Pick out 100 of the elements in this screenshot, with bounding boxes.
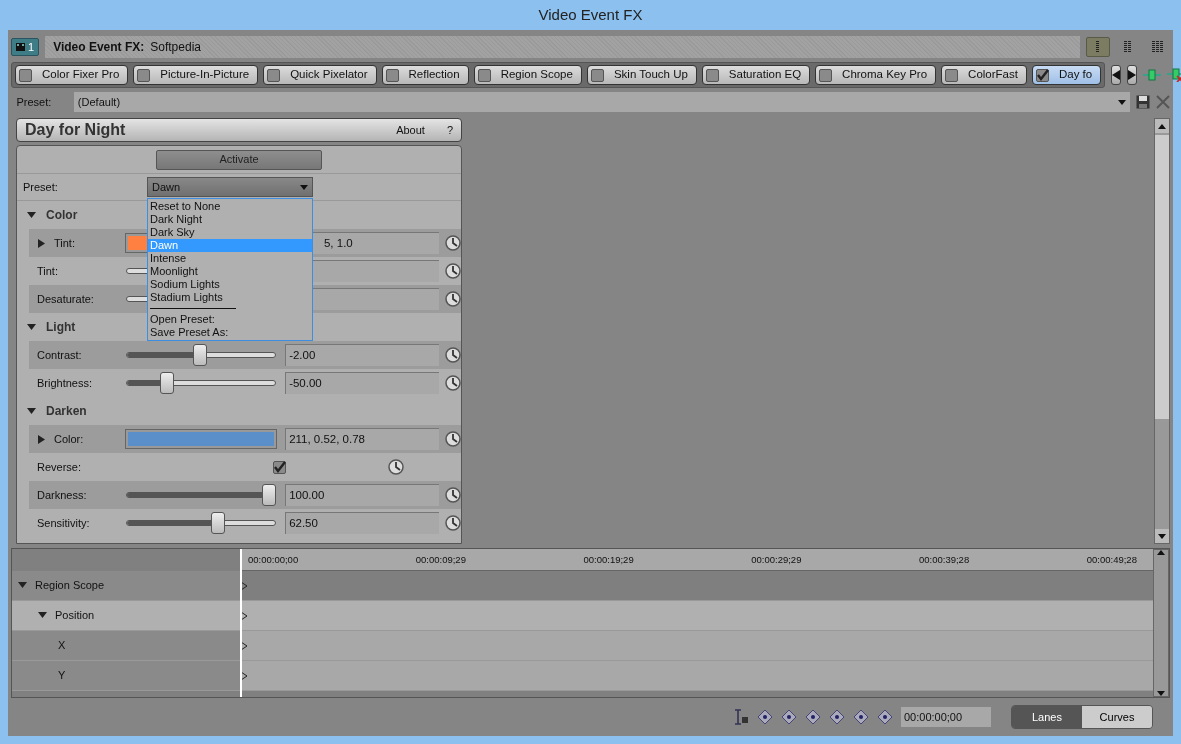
scroll-up-button[interactable] [1155, 119, 1169, 133]
columns-icon [1124, 41, 1132, 53]
view-layout-button[interactable] [1086, 37, 1110, 57]
keyframe-clock-icon[interactable] [445, 235, 461, 251]
header-label: Video Event FX: [53, 39, 145, 56]
scroll-right-button[interactable] [1127, 65, 1138, 85]
menu-item[interactable]: Open Preset: [148, 313, 312, 326]
keyframe-nav-icon[interactable] [829, 709, 845, 725]
bypass-checkbox[interactable] [819, 68, 833, 82]
collapse-arrow-icon[interactable] [27, 322, 36, 332]
bypass-checkbox[interactable] [385, 68, 399, 82]
param-label: Desaturate: [37, 291, 94, 307]
value-field[interactable]: -50.00 [285, 372, 439, 394]
collapse-arrow-icon[interactable] [18, 581, 27, 590]
keyframe-nav-icon[interactable] [877, 709, 893, 725]
keyframe-nav-icon[interactable] [805, 709, 821, 725]
chain-node-icon[interactable] [1143, 69, 1162, 81]
menu-item[interactable]: Reset to None [148, 200, 312, 213]
plugin-tab[interactable]: Reflection [381, 65, 469, 85]
scroll-left-button[interactable] [1111, 65, 1122, 85]
expand-arrow-icon[interactable] [37, 434, 46, 444]
track-label: Region Scope [35, 578, 105, 594]
down-arrow-icon [1158, 533, 1166, 539]
plugin-tab[interactable]: Chroma Key Pro [815, 65, 937, 85]
ruler-timecode: 00:00:49;28 [1086, 553, 1137, 567]
slider[interactable] [126, 483, 277, 507]
keyframe-clock-icon[interactable] [388, 459, 404, 475]
menu-item[interactable]: Moonlight [148, 265, 312, 278]
value-field[interactable]: 100.00 [285, 484, 439, 506]
expand-arrow-icon[interactable] [37, 238, 46, 248]
bypass-checkbox[interactable] [19, 68, 32, 82]
activate-button[interactable]: Activate [156, 149, 322, 170]
plugin-tab[interactable]: Region Scope [473, 65, 582, 85]
slider[interactable] [126, 343, 277, 367]
value-field[interactable]: 211, 0.52, 0.78 [285, 428, 439, 450]
reverse-checkbox[interactable] [273, 460, 286, 474]
up-arrow-icon[interactable] [1157, 550, 1165, 555]
dropdown-arrow-icon [300, 184, 308, 190]
ruler-timecode: 00:00:09;29 [415, 553, 466, 567]
menu-item[interactable]: Sodium Lights [148, 278, 312, 291]
view-mode-tab[interactable]: Curves [1082, 706, 1152, 728]
bypass-checkbox[interactable] [137, 68, 151, 82]
collapse-arrow-icon[interactable] [27, 210, 36, 220]
keyframe-clock-icon[interactable] [445, 487, 461, 503]
color-swatch[interactable] [126, 430, 277, 448]
section-title: Light [46, 319, 76, 336]
value-field[interactable]: 62.50 [285, 512, 439, 534]
about-link[interactable]: About [396, 121, 425, 139]
ruler-timecode: 00:00:39;28 [919, 553, 970, 567]
keyframe-nav-icon[interactable] [757, 709, 773, 725]
lock-cursor-icon[interactable] [733, 709, 749, 725]
plugin-tab[interactable]: Picture-In-Picture [133, 65, 259, 85]
slider[interactable] [126, 511, 277, 535]
preset-label: Preset: [16, 94, 52, 110]
param-label: Contrast: [37, 347, 82, 363]
track-label: Position [55, 608, 95, 624]
menu-item[interactable]: Intense [148, 252, 312, 265]
checkmark-icon [1035, 69, 1049, 81]
bypass-checkbox[interactable] [477, 68, 491, 82]
collapse-arrow-icon[interactable] [38, 611, 47, 620]
plugin-tab[interactable]: Day fo [1031, 65, 1102, 85]
down-arrow-icon[interactable] [1157, 691, 1165, 696]
keyframe-nav-icon[interactable] [781, 709, 797, 725]
window-title: Video Event FX [538, 4, 643, 25]
preset-dropdown[interactable]: Dawn [147, 177, 313, 197]
plugin-tab[interactable]: Saturation EQ [701, 65, 811, 85]
checkmark-icon [273, 461, 286, 473]
collapse-arrow-icon[interactable] [27, 406, 36, 416]
track-number-badge[interactable]: 1 [11, 38, 40, 56]
keyframe-clock-icon[interactable] [445, 375, 461, 391]
plugin-tab[interactable]: Quick Pixelator [263, 65, 377, 85]
preset-dropdown[interactable]: (Default) [73, 92, 1130, 112]
bypass-checkbox[interactable] [590, 68, 604, 82]
help-link[interactable]: ? [446, 121, 453, 139]
timecode-field[interactable]: 00:00:00;00 [901, 707, 991, 727]
keyframe-clock-icon[interactable] [445, 431, 461, 447]
bypass-checkbox[interactable] [705, 68, 719, 82]
param-label: Darkness: [37, 487, 87, 503]
keyframe-clock-icon[interactable] [445, 515, 461, 531]
menu-item[interactable]: Stadium Lights [148, 291, 312, 304]
remove-node-icon[interactable] [1167, 68, 1181, 82]
plugin-tab[interactable]: Skin Touch Up [586, 65, 697, 85]
plugin-tab[interactable]: ColorFast [941, 65, 1027, 85]
scrollbar-thumb[interactable] [1155, 135, 1169, 419]
scroll-down-button[interactable] [1155, 529, 1169, 543]
keyframe-clock-icon[interactable] [445, 291, 461, 307]
menu-item[interactable]: Save Preset As: [148, 326, 312, 339]
keyframe-clock-icon[interactable] [445, 263, 461, 279]
slider[interactable] [126, 371, 277, 395]
keyframe-clock-icon[interactable] [445, 347, 461, 363]
ruler-timecode: 00:00:19;29 [583, 553, 634, 567]
save-icon[interactable] [1136, 95, 1150, 109]
value-field[interactable]: -2.00 [285, 344, 439, 366]
bypass-checkbox[interactable] [1035, 68, 1049, 82]
bypass-checkbox[interactable] [945, 68, 959, 82]
plugin-tab[interactable]: Color Fixer Pro [15, 65, 129, 85]
bypass-checkbox[interactable] [267, 68, 281, 82]
menu-item[interactable]: Dark Night [148, 213, 312, 226]
view-mode-tab[interactable]: Lanes [1012, 706, 1082, 728]
keyframe-nav-icon[interactable] [853, 709, 869, 725]
